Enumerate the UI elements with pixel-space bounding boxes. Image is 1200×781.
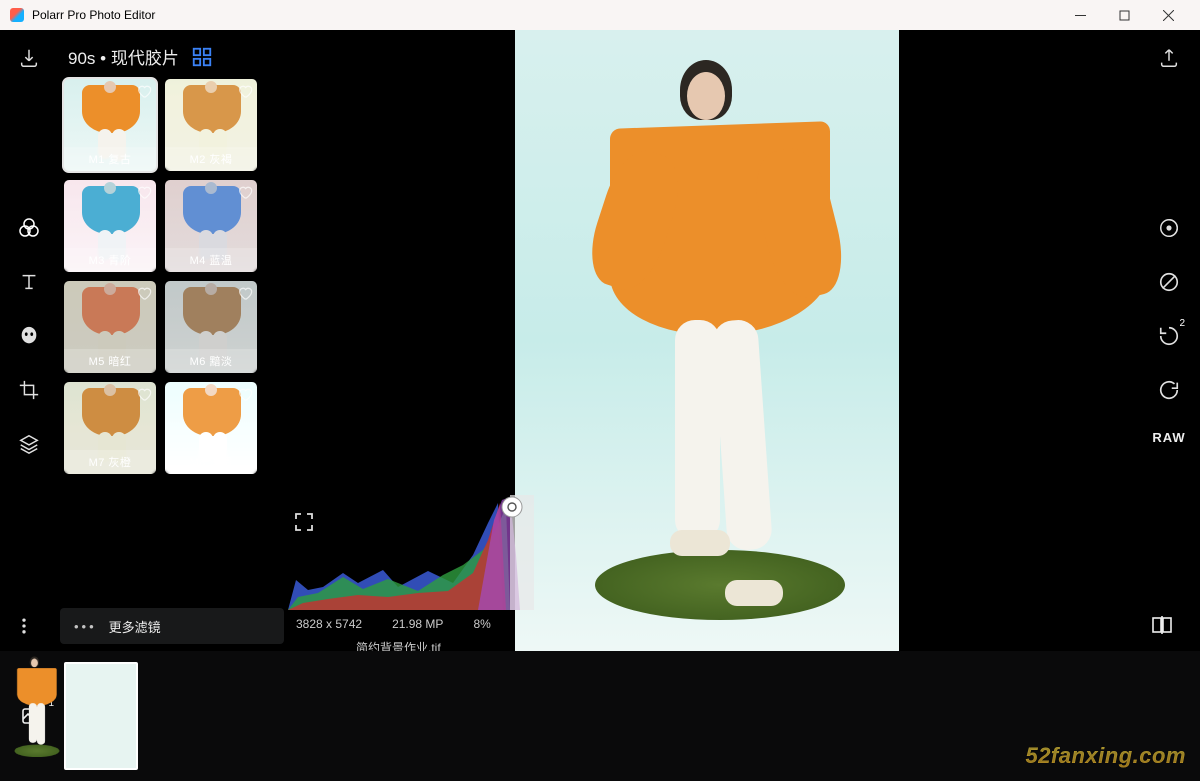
favorite-icon[interactable] xyxy=(136,184,152,200)
subcategory-name: 现代胶片 xyxy=(111,49,179,68)
filter-label: M7 灰橙 xyxy=(64,450,156,474)
filmstrip: 1 52fanxing.com xyxy=(0,651,1200,781)
filter-card-m1[interactable]: M1 复古 xyxy=(64,79,156,171)
filter-card-m6[interactable]: M6 黯淡 xyxy=(165,281,257,373)
favorite-icon[interactable] xyxy=(237,285,253,301)
favorite-icon[interactable] xyxy=(237,184,253,200)
adjustments-tool[interactable] xyxy=(1155,214,1183,242)
filter-card-m7[interactable]: M7 灰橙 xyxy=(64,382,156,474)
window-titlebar: Polarr Pro Photo Editor xyxy=(0,0,1200,30)
window-close-button[interactable] xyxy=(1146,0,1190,30)
history-count-badge: 2 xyxy=(1179,318,1185,329)
export-button[interactable] xyxy=(1155,44,1183,72)
layers-tool[interactable] xyxy=(15,430,43,458)
histogram-chart xyxy=(288,495,540,610)
preview-image xyxy=(515,30,899,651)
image-zoom: 8% xyxy=(473,617,490,631)
filter-card-m2[interactable]: M2 灰褐 xyxy=(165,79,257,171)
favorite-icon[interactable] xyxy=(136,83,152,99)
filmstrip-thumbnail[interactable] xyxy=(64,662,138,770)
filters-tool[interactable] xyxy=(15,214,43,242)
app-logo-icon xyxy=(10,8,24,22)
compare-toggle-button[interactable] xyxy=(1148,611,1176,639)
window-title: Polarr Pro Photo Editor xyxy=(32,8,1058,22)
more-filters-button[interactable]: ••• 更多滤镜 xyxy=(60,608,284,644)
face-tool[interactable] xyxy=(15,322,43,350)
reset-button[interactable] xyxy=(1155,376,1183,404)
left-tool-rail xyxy=(0,30,58,651)
filter-label: M6 黯淡 xyxy=(165,349,257,373)
favorite-icon[interactable] xyxy=(237,386,253,402)
filter-label: M2 灰褐 xyxy=(165,147,257,171)
favorite-icon[interactable] xyxy=(136,386,152,402)
overlay-tool[interactable] xyxy=(1155,268,1183,296)
filter-category[interactable]: 90s • 现代胶片 xyxy=(68,44,179,69)
window-minimize-button[interactable] xyxy=(1058,0,1102,30)
filter-card-m4[interactable]: M4 蓝温 xyxy=(165,180,257,272)
image-dimensions: 3828 x 5742 xyxy=(296,617,362,631)
histogram-panel: 3828 x 5742 21.98 MP 8% 简约背景作业.tif xyxy=(288,495,540,651)
favorite-icon[interactable] xyxy=(237,83,253,99)
filter-panel: 90s • 现代胶片 M1 复古 M2 灰褐 M3 青阶 M4 蓝温 M5 暗红 M6 黯… xyxy=(58,30,276,651)
filter-label: M8 淡透 xyxy=(165,450,257,474)
raw-button[interactable]: RAW xyxy=(1152,430,1185,445)
filter-label: M3 青阶 xyxy=(64,248,156,272)
grid-view-icon[interactable] xyxy=(191,46,213,68)
history-undo-button[interactable]: 2 xyxy=(1155,322,1183,350)
filter-label: M4 蓝温 xyxy=(165,248,257,272)
filter-card-m5[interactable]: M5 暗红 xyxy=(64,281,156,373)
more-filters-label: 更多滤镜 xyxy=(109,617,161,636)
image-filename: 简约背景作业.tif xyxy=(288,631,540,651)
filter-card-m8[interactable]: M8 淡透 xyxy=(165,382,257,474)
window-maximize-button[interactable] xyxy=(1102,0,1146,30)
more-menu-button[interactable] xyxy=(0,612,48,640)
filter-label: M5 暗红 xyxy=(64,349,156,373)
filter-label: M1 复古 xyxy=(64,147,156,171)
crop-tool[interactable] xyxy=(15,376,43,404)
right-tool-rail: 2 RAW xyxy=(1138,30,1200,651)
ellipsis-icon: ••• xyxy=(74,619,97,634)
filter-grid: M1 复古 M2 灰褐 M3 青阶 M4 蓝温 M5 暗红 M6 黯淡 M7 灰橙 M8 淡透 xyxy=(58,79,276,474)
text-tool[interactable] xyxy=(15,268,43,296)
image-megapixels: 21.98 MP xyxy=(392,617,443,631)
watermark-text: 52fanxing.com xyxy=(1025,743,1186,769)
category-name: 90s xyxy=(68,49,95,68)
filter-card-m3[interactable]: M3 青阶 xyxy=(64,180,156,272)
editor-area: 90s • 现代胶片 M1 复古 M2 灰褐 M3 青阶 M4 蓝温 M5 暗红 M6 黯… xyxy=(0,30,1200,651)
import-button[interactable] xyxy=(15,44,43,72)
favorite-icon[interactable] xyxy=(136,285,152,301)
